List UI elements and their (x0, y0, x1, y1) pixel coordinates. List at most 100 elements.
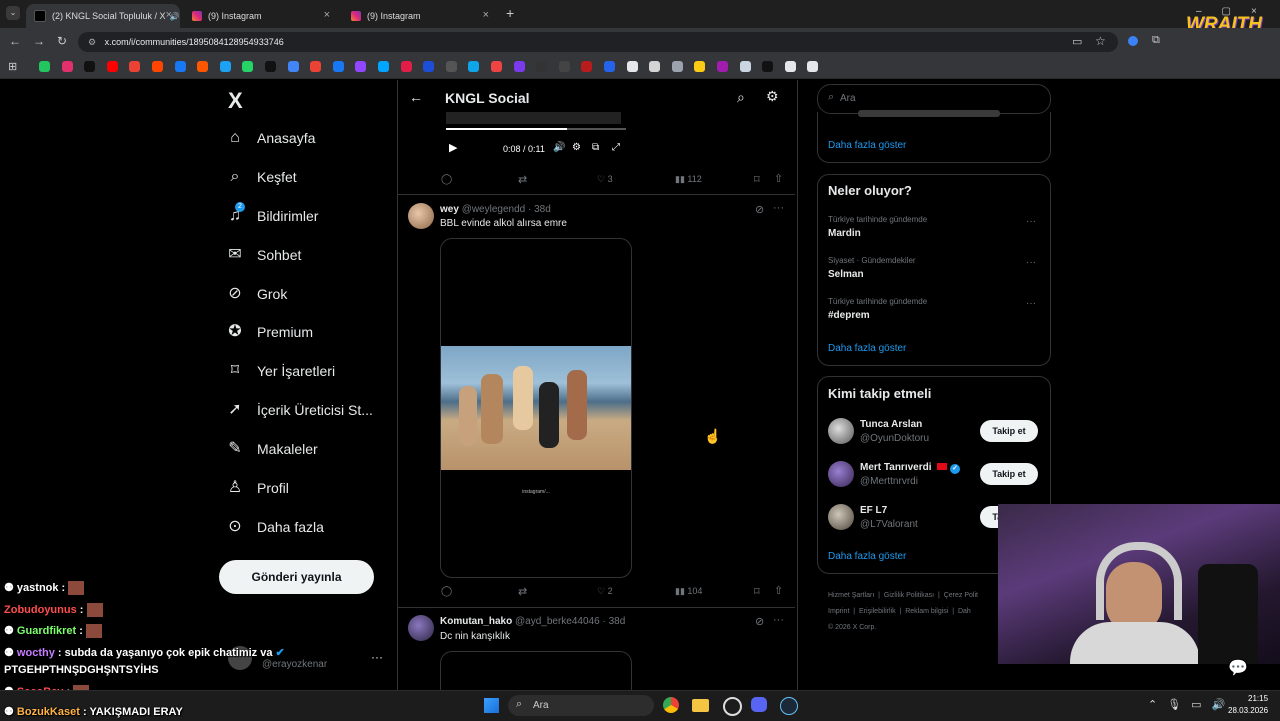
video-progress-track[interactable] (446, 128, 626, 130)
footer-link[interactable]: Çerez Polit (944, 592, 978, 599)
gear-icon[interactable]: ⚙ (766, 88, 779, 105)
share-icon[interactable]: ⇧ (774, 172, 783, 185)
back-arrow-icon[interactable]: ← (409, 89, 423, 105)
bookmark-favicon-icon[interactable] (129, 61, 141, 72)
follow-name[interactable]: Tunca Arslan (860, 419, 922, 430)
grok-icon[interactable]: ⊘ (755, 615, 764, 628)
post-video[interactable] (440, 651, 632, 691)
chrome-icon[interactable] (663, 697, 679, 713)
bookmark-favicon-icon[interactable] (784, 61, 796, 72)
bookmark-favicon-icon[interactable] (694, 61, 706, 72)
author-handle[interactable]: @ayd_berke44046 (515, 616, 600, 627)
bookmark-favicon-icon[interactable] (468, 61, 480, 72)
post-age[interactable]: 38d (609, 616, 626, 627)
show-more-link[interactable]: Daha fazla göster (828, 343, 906, 354)
play-icon[interactable]: ▶ (449, 141, 457, 154)
bookmark-favicon-icon[interactable] (536, 61, 548, 72)
bookmark-favicon-icon[interactable] (310, 61, 322, 72)
like-button[interactable]: ♡ 3 (597, 174, 613, 185)
bookmark-favicon-icon[interactable] (174, 61, 186, 72)
install-icon[interactable]: ▭ (1072, 35, 1082, 48)
nav-item-creator-studio[interactable]: ➚ İçerik Üreticisi St... (226, 396, 373, 424)
bookmark-favicon-icon[interactable] (219, 61, 231, 72)
close-tab-icon[interactable]: × (483, 9, 489, 21)
puzzle-icon[interactable]: ⧉ (1152, 34, 1160, 47)
bookmark-icon[interactable]: ⌑ (754, 585, 760, 598)
follow-button[interactable]: Takip et (980, 420, 1038, 442)
reply-icon[interactable]: ◯ (441, 174, 452, 185)
share-icon[interactable]: ⇧ (774, 584, 783, 597)
nav-item-explore[interactable]: ⌕ Keşfet (226, 163, 297, 191)
fullscreen-icon[interactable]: ⤢ (612, 142, 620, 153)
nav-item-profile[interactable]: ♙ Profil (226, 474, 289, 502)
tab-search-button[interactable]: ⌄ (6, 6, 20, 20)
post-button[interactable]: Gönderi yayınla (219, 560, 374, 594)
tray-icons[interactable]: ⌃🎙▭🔊 (1148, 698, 1235, 711)
bookmark-favicon-icon[interactable] (287, 61, 299, 72)
bookmark-favicon-icon[interactable] (807, 61, 819, 72)
post-video[interactable]: instagram/... (440, 238, 632, 578)
bookmark-favicon-icon[interactable] (626, 61, 638, 72)
grok-icon[interactable]: ⊘ (755, 203, 764, 216)
tab-instagram-1[interactable]: (9) Instagram × (184, 4, 338, 28)
settings-icon[interactable]: ⚙ (572, 142, 581, 153)
bookmark-favicon-icon[interactable] (649, 61, 661, 72)
views-button[interactable]: ▮▮ 112 (675, 174, 702, 185)
bookmark-favicon-icon[interactable] (265, 61, 276, 72)
bookmark-favicon-icon[interactable] (762, 61, 774, 72)
more-icon[interactable]: ··· (1026, 257, 1036, 268)
follow-name[interactable]: Mert Tanrıverdi (860, 462, 932, 473)
x-logo[interactable]: X (228, 88, 243, 114)
bookmark-favicon-icon[interactable] (242, 61, 254, 72)
game-icon[interactable] (723, 697, 742, 716)
bookmark-favicon-icon[interactable] (423, 61, 435, 72)
back-arrow-icon[interactable]: ← (9, 34, 21, 48)
bookmark-favicon-icon[interactable] (491, 61, 502, 72)
more-icon[interactable]: ··· (1026, 298, 1036, 309)
repost-icon[interactable]: ⇄ (518, 173, 527, 186)
bookmark-favicon-icon[interactable] (152, 61, 163, 72)
nav-item-grok[interactable]: ⊘ Grok (226, 280, 287, 308)
tab-instagram-2[interactable]: (9) Instagram × (343, 4, 497, 28)
extension-icon[interactable] (1128, 36, 1138, 46)
window-controls[interactable]: –▢× (1196, 6, 1277, 17)
bookmark-favicon-icon[interactable] (332, 61, 344, 72)
reload-icon[interactable]: ↻ (57, 34, 67, 48)
pip-icon[interactable]: ⧉ (592, 142, 599, 153)
bookmark-favicon-icon[interactable] (61, 61, 73, 72)
avatar[interactable] (828, 504, 854, 530)
like-button[interactable]: ♡ 2 (597, 586, 613, 597)
bookmark-favicon-icon[interactable] (671, 61, 683, 72)
nav-item-bookmarks[interactable]: ⌑ Yer İşaretleri (226, 357, 335, 385)
footer-link[interactable]: Reklam bilgisi (905, 608, 948, 615)
start-icon[interactable] (484, 698, 499, 713)
views-button[interactable]: ▮▮ 104 (675, 586, 702, 597)
taskbar-search[interactable]: ⌕ Ara (508, 695, 654, 716)
bookmark-favicon-icon[interactable] (445, 61, 457, 72)
follow-name[interactable]: EF L7 (860, 505, 887, 516)
footer-link[interactable]: Imprint (828, 608, 849, 615)
repost-icon[interactable]: ⇄ (518, 585, 527, 598)
footer-link[interactable]: Erişilebilirlik (859, 608, 896, 615)
nav-item-more[interactable]: ⊙ Daha fazla (226, 513, 324, 541)
star-icon[interactable]: ☆ (1095, 34, 1106, 48)
bookmark-favicon-icon[interactable] (581, 61, 593, 72)
close-tab-icon[interactable]: × (324, 9, 330, 21)
bookmark-favicon-icon[interactable] (739, 61, 751, 72)
close-tab-icon[interactable]: × (166, 9, 172, 21)
more-icon[interactable]: ··· (1026, 216, 1036, 227)
show-more-link[interactable]: Daha fazla göster (828, 140, 906, 151)
show-more-link[interactable]: Daha fazla göster (828, 551, 906, 562)
follow-button[interactable]: Takip et (980, 463, 1038, 485)
nav-item-articles[interactable]: ✎ Makaleler (226, 435, 317, 463)
avatar[interactable] (408, 615, 434, 641)
forward-arrow-icon[interactable]: → (33, 34, 45, 48)
bookmark-favicon-icon[interactable] (84, 61, 96, 72)
bookmark-favicon-icon[interactable] (400, 61, 412, 72)
tab-x-community[interactable]: (2) KNGL Social Topluluk / X 🔊 × (26, 4, 180, 28)
discord-icon[interactable] (751, 697, 767, 712)
account-menu-icon[interactable]: ··· (371, 650, 383, 664)
footer-link[interactable]: Hizmet Şartları (828, 592, 874, 599)
footer-link[interactable]: Gizlilik Politikası (884, 592, 934, 599)
more-icon[interactable]: ··· (773, 202, 784, 214)
